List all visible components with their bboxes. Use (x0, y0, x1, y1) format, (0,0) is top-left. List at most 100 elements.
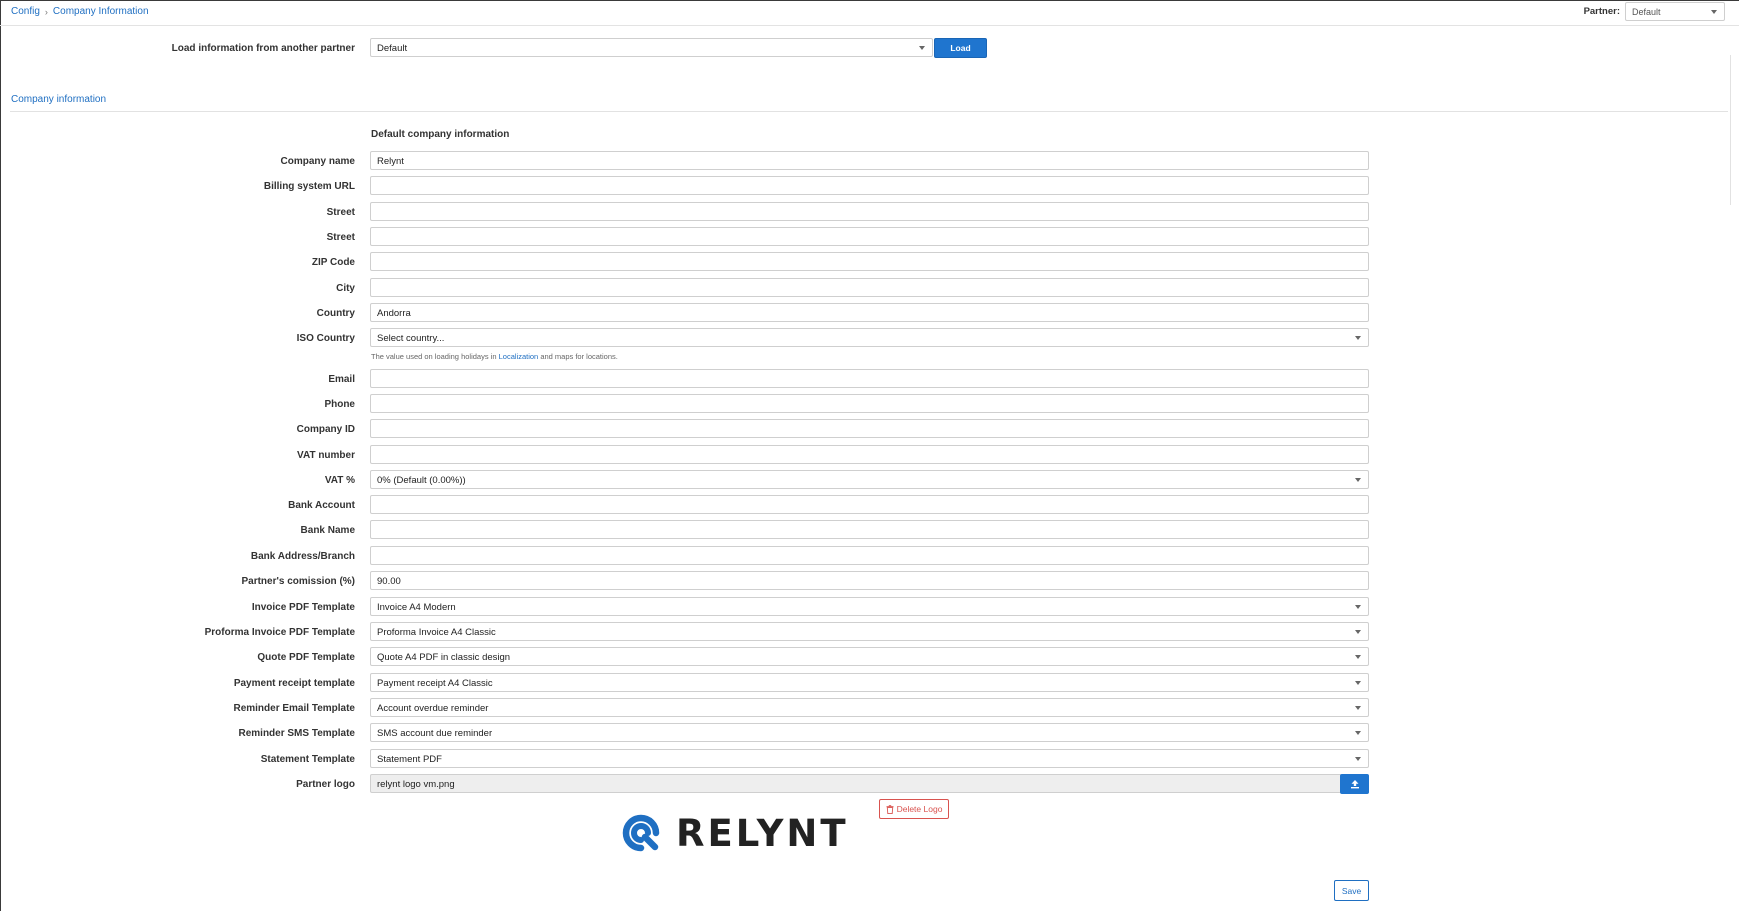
reminder-email-label: Reminder Email Template (233, 703, 355, 714)
iso-country-select[interactable]: Select country... (370, 328, 1369, 347)
street-2-label: Street (326, 232, 355, 243)
payment-receipt-select[interactable]: Payment receipt A4 Classic (370, 673, 1369, 692)
partner-label: Partner: (1583, 6, 1620, 17)
load-partner-select[interactable]: Default (370, 38, 933, 57)
breadcrumb-config[interactable]: Config (11, 6, 40, 17)
bank-address-label: Bank Address/Branch (250, 551, 355, 562)
proforma-pdf-value: Proforma Invoice A4 Classic (377, 627, 496, 638)
city-input[interactable] (370, 278, 1369, 297)
upload-icon (1350, 780, 1359, 789)
delete-logo-button[interactable]: Delete Logo (879, 799, 949, 819)
bank-account-input[interactable] (370, 495, 1369, 514)
partner-logo-label: Partner logo (296, 779, 355, 790)
billing-url-label: Billing system URL (263, 181, 355, 192)
chevron-down-icon (1355, 604, 1361, 609)
partner-selector: Partner: Default (1584, 2, 1725, 21)
chevron-down-icon (1711, 9, 1717, 14)
phone-input[interactable] (370, 394, 1369, 413)
bank-account-label: Bank Account (288, 500, 355, 511)
partner-commission-input[interactable]: 90.00 (370, 571, 1369, 590)
bank-name-label: Bank Name (300, 525, 355, 536)
billing-url-input[interactable] (370, 176, 1369, 195)
chevron-down-icon (1355, 705, 1361, 710)
partner-select[interactable]: Default (1625, 2, 1725, 21)
payment-receipt-value: Payment receipt A4 Classic (377, 678, 493, 689)
upload-button[interactable] (1340, 774, 1369, 794)
divider (1730, 55, 1731, 205)
reminder-sms-label: Reminder SMS Template (238, 728, 355, 739)
country-input[interactable]: Andorra (370, 303, 1369, 322)
phone-label: Phone (324, 399, 355, 410)
load-partner-label: Load information from another partner (171, 43, 355, 54)
reminder-email-value: Account overdue reminder (377, 703, 489, 714)
chevron-down-icon (1355, 756, 1361, 761)
relynt-logo-mark (622, 814, 660, 852)
vat-percent-value: 0% (Default (0.00%)) (377, 475, 466, 486)
email-input[interactable] (370, 369, 1369, 388)
reminder-sms-value: SMS account due reminder (377, 728, 493, 739)
vat-number-label: VAT number (297, 450, 355, 461)
street-input[interactable] (370, 202, 1369, 221)
street-label: Street (326, 207, 355, 218)
statement-template-value: Statement PDF (377, 754, 442, 765)
vat-percent-label: VAT % (324, 475, 355, 486)
quote-pdf-label: Quote PDF Template (257, 652, 355, 663)
vat-number-input[interactable] (370, 445, 1369, 464)
breadcrumb-company-information[interactable]: Company Information (53, 6, 149, 17)
company-name-input[interactable]: Relynt (370, 151, 1369, 170)
partner-commission-label: Partner's comission (%) (241, 576, 355, 587)
iso-country-help: The value used on loading holidays in Lo… (371, 352, 618, 361)
partner-select-value: Default (1632, 7, 1661, 17)
invoice-pdf-value: Invoice A4 Modern (377, 602, 456, 613)
bank-address-input[interactable] (370, 546, 1369, 565)
section-title: Company information (11, 94, 107, 105)
city-label: City (336, 283, 355, 294)
delete-logo-label: Delete Logo (896, 804, 943, 814)
proforma-pdf-label: Proforma Invoice PDF Template (204, 627, 355, 638)
localization-link[interactable]: Localization (499, 352, 539, 361)
help-text-before: The value used on loading holidays in (371, 352, 497, 361)
chevron-right-icon: › (44, 6, 48, 17)
company-id-label: Company ID (296, 424, 355, 435)
partner-logo-file-input[interactable]: relynt logo vm.png (370, 774, 1342, 793)
company-id-input[interactable] (370, 419, 1369, 438)
relynt-logo-text: RELYNT (676, 811, 849, 855)
chevron-down-icon (919, 45, 925, 50)
invoice-pdf-select[interactable]: Invoice A4 Modern (370, 597, 1369, 616)
divider (10, 111, 1728, 112)
breadcrumb: Config › Company Information (11, 6, 149, 17)
proforma-pdf-select[interactable]: Proforma Invoice A4 Classic (370, 622, 1369, 641)
load-partner-value: Default (377, 43, 408, 54)
partner-logo-preview: RELYNT (618, 810, 849, 856)
payment-receipt-label: Payment receipt template (233, 678, 355, 689)
iso-country-label: ISO Country (296, 333, 355, 344)
quote-pdf-value: Quote A4 PDF in classic design (377, 652, 511, 663)
statement-template-select[interactable]: Statement PDF (370, 749, 1369, 768)
load-button[interactable]: Load (934, 38, 987, 58)
country-label: Country (316, 308, 355, 319)
invoice-pdf-label: Invoice PDF Template (251, 602, 355, 613)
email-label: Email (328, 374, 355, 385)
chevron-down-icon (1355, 680, 1361, 685)
street-2-input[interactable] (370, 227, 1369, 246)
company-name-label: Company name (280, 156, 355, 167)
chevron-down-icon (1355, 730, 1361, 735)
statement-template-label: Statement Template (260, 754, 355, 765)
default-company-heading: Default company information (371, 129, 510, 140)
top-bar: Config › Company Information Partner: De… (0, 0, 1739, 26)
trash-icon (886, 804, 894, 814)
chevron-down-icon (1355, 629, 1361, 634)
help-text-after: and maps for locations. (540, 352, 618, 361)
chevron-down-icon (1355, 335, 1361, 340)
bank-name-input[interactable] (370, 520, 1369, 539)
vat-percent-select[interactable]: 0% (Default (0.00%)) (370, 470, 1369, 489)
iso-country-value: Select country... (377, 333, 445, 344)
save-button[interactable]: Save (1334, 880, 1369, 901)
reminder-sms-select[interactable]: SMS account due reminder (370, 723, 1369, 742)
quote-pdf-select[interactable]: Quote A4 PDF in classic design (370, 647, 1369, 666)
zip-code-input[interactable] (370, 252, 1369, 271)
zip-code-label: ZIP Code (311, 257, 355, 268)
reminder-email-select[interactable]: Account overdue reminder (370, 698, 1369, 717)
chevron-down-icon (1355, 477, 1361, 482)
chevron-down-icon (1355, 654, 1361, 659)
